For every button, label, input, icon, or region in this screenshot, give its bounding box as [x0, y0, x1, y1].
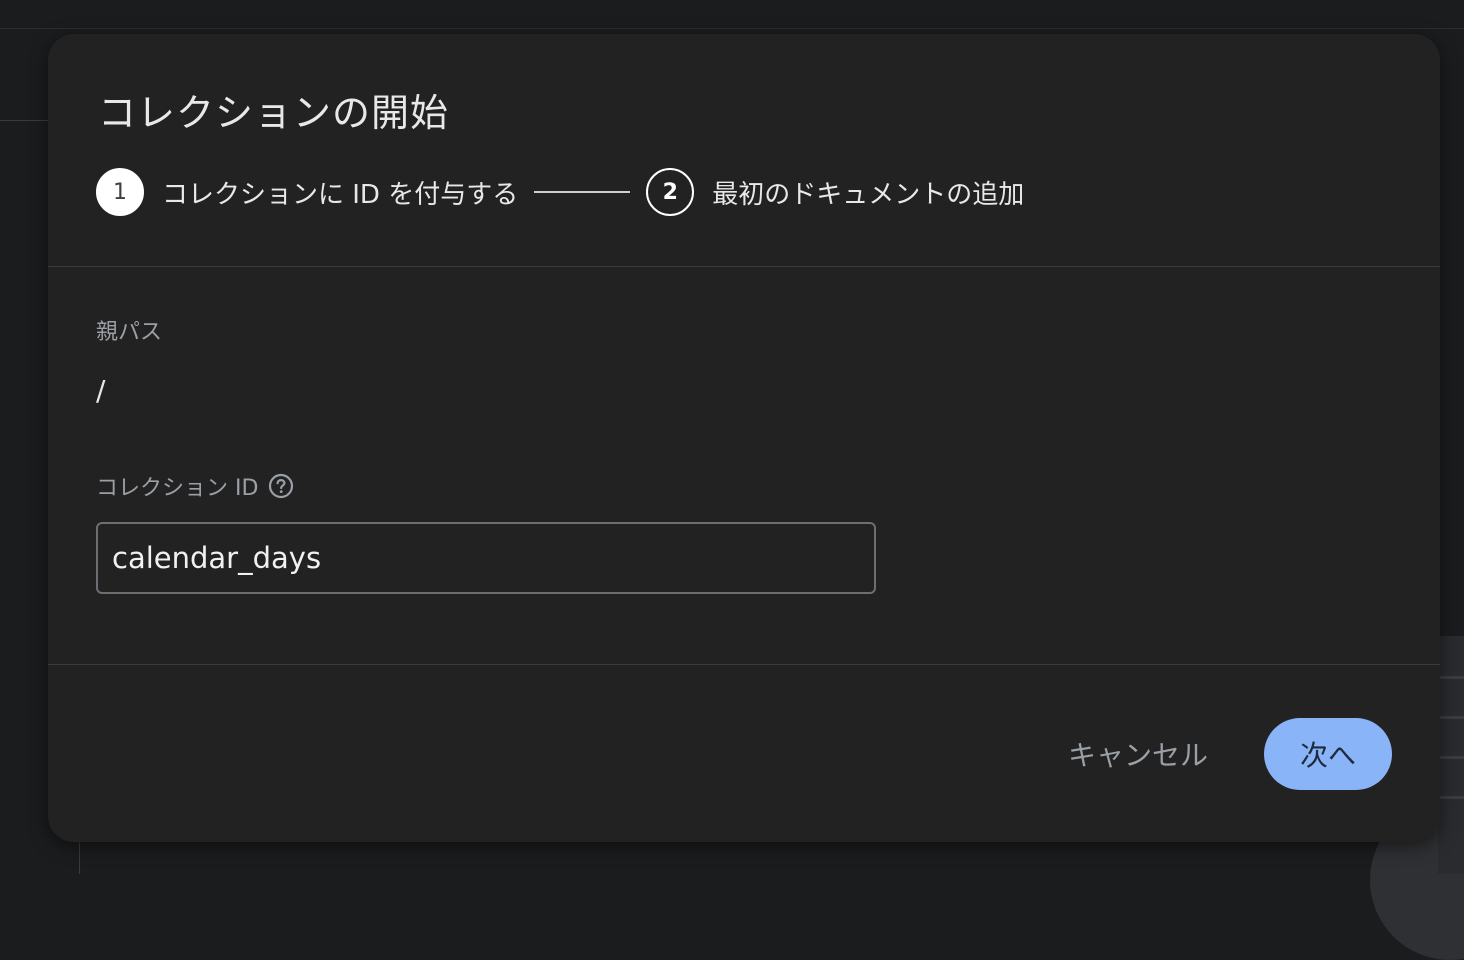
- step-2-indicator: 2: [646, 168, 695, 216]
- header-divider: [48, 266, 1440, 267]
- collection-id-label: コレクション ID: [96, 470, 294, 502]
- background-divider: [0, 28, 1464, 29]
- step-2-label: 最初のドキュメントの追加: [712, 179, 1025, 210]
- parent-path-label: 親パス: [96, 314, 162, 346]
- step-1-label: コレクションに ID を付与する: [162, 179, 519, 210]
- background-stripe: [1438, 756, 1464, 759]
- stepper: 1 コレクションに ID を付与する 2 最初のドキュメントの追加: [96, 166, 1024, 218]
- background-stripe: [1438, 676, 1464, 679]
- next-button[interactable]: 次へ: [1264, 718, 1392, 790]
- start-collection-dialog: コレクションの開始 1 コレクションに ID を付与する 2 最初のドキュメント…: [48, 34, 1440, 842]
- footer-divider: [48, 664, 1440, 665]
- help-circle-icon-graphic: [269, 473, 294, 499]
- background-side-panel: [1438, 636, 1464, 874]
- step-connector: [534, 191, 631, 193]
- collection-id-label-text: コレクション ID: [96, 476, 259, 501]
- parent-path-value: /: [96, 374, 106, 407]
- collection-id-input[interactable]: [96, 522, 876, 594]
- dialog-title: コレクションの開始: [98, 91, 450, 135]
- background-stripe: [1438, 796, 1464, 799]
- parent-path-label-text: 親パス: [96, 320, 163, 345]
- cancel-button[interactable]: キャンセル: [1058, 718, 1218, 790]
- help-circle-icon[interactable]: [268, 473, 294, 499]
- background-stripe: [1438, 716, 1464, 719]
- step-1-indicator: 1: [96, 168, 144, 216]
